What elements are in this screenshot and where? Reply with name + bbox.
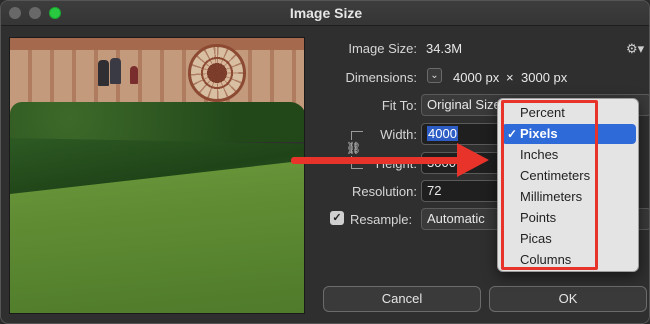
menu-item-inches[interactable]: Inches [502,145,636,165]
resample-checkbox[interactable]: ✓ [330,211,344,225]
preview-sundial-spokes [188,44,246,102]
image-preview[interactable] [9,37,305,314]
annotation-arrow [291,157,461,164]
width-value: 4000 [427,126,458,141]
dimensions-times: × [506,70,514,85]
fit-to-value: Original Size [427,97,501,112]
checkmark-icon: ✓ [507,127,518,141]
fit-to-label: Fit To: [381,98,417,113]
menu-item-label: Inches [520,147,559,162]
menu-item-label: Columns [520,252,572,267]
dimensions-label: Dimensions: [345,70,417,85]
dimensions-height: 3000 px [521,70,568,85]
gear-icon[interactable]: ⚙▾ [626,41,644,57]
ok-button[interactable]: OK [489,286,647,312]
menu-item-columns[interactable]: Columns [502,250,636,270]
menu-item-pixels[interactable]: ✓ Pixels [502,124,636,144]
preview-person [98,60,109,86]
resolution-input[interactable]: 72 [421,180,501,202]
resample-value: Automatic [427,211,485,226]
menu-item-label: Pixels [520,126,558,141]
width-input[interactable]: 4000 [421,123,501,145]
preview-person [130,66,138,84]
menu-item-percent[interactable]: Percent [502,103,636,123]
image-size-dialog: Image Size Image Size: 34.3M ⚙▾ Dimensio… [0,0,650,324]
cancel-button[interactable]: Cancel [323,286,481,312]
menu-item-centimeters[interactable]: Centimeters [502,166,636,186]
annotation-arrow-head [457,143,489,177]
dimensions-width: 4000 px [453,70,500,85]
menu-item-label: Points [520,210,557,225]
image-size-label: Image Size: [348,41,417,56]
window-title: Image Size [289,5,363,21]
preview-hedge [10,102,304,142]
menu-item-label: Centimeters [520,168,591,183]
chevron-down-icon[interactable]: ⌄ [427,68,442,83]
menu-item-points[interactable]: Points [502,208,636,228]
resolution-value: 72 [427,183,442,198]
preview-person [110,58,121,84]
resample-label: Resample: [350,212,413,227]
menu-item-picas[interactable]: Picas [502,229,636,249]
menu-item-label: Picas [520,231,552,246]
menu-item-label: Millimeters [520,189,583,204]
width-label: Width: [380,127,417,142]
units-dropdown-menu: Percent ✓ Pixels Inches Centimeters Mill… [497,98,639,272]
preview-wall [10,38,304,50]
image-size-value: 34.3M [426,41,463,56]
resolution-label: Resolution: [351,184,417,199]
menu-item-millimeters[interactable]: Millimeters [502,187,636,207]
link-icon[interactable]: ⛓ [346,140,361,156]
menu-item-label: Percent [520,105,565,120]
title-bar: Image Size [1,1,649,26]
